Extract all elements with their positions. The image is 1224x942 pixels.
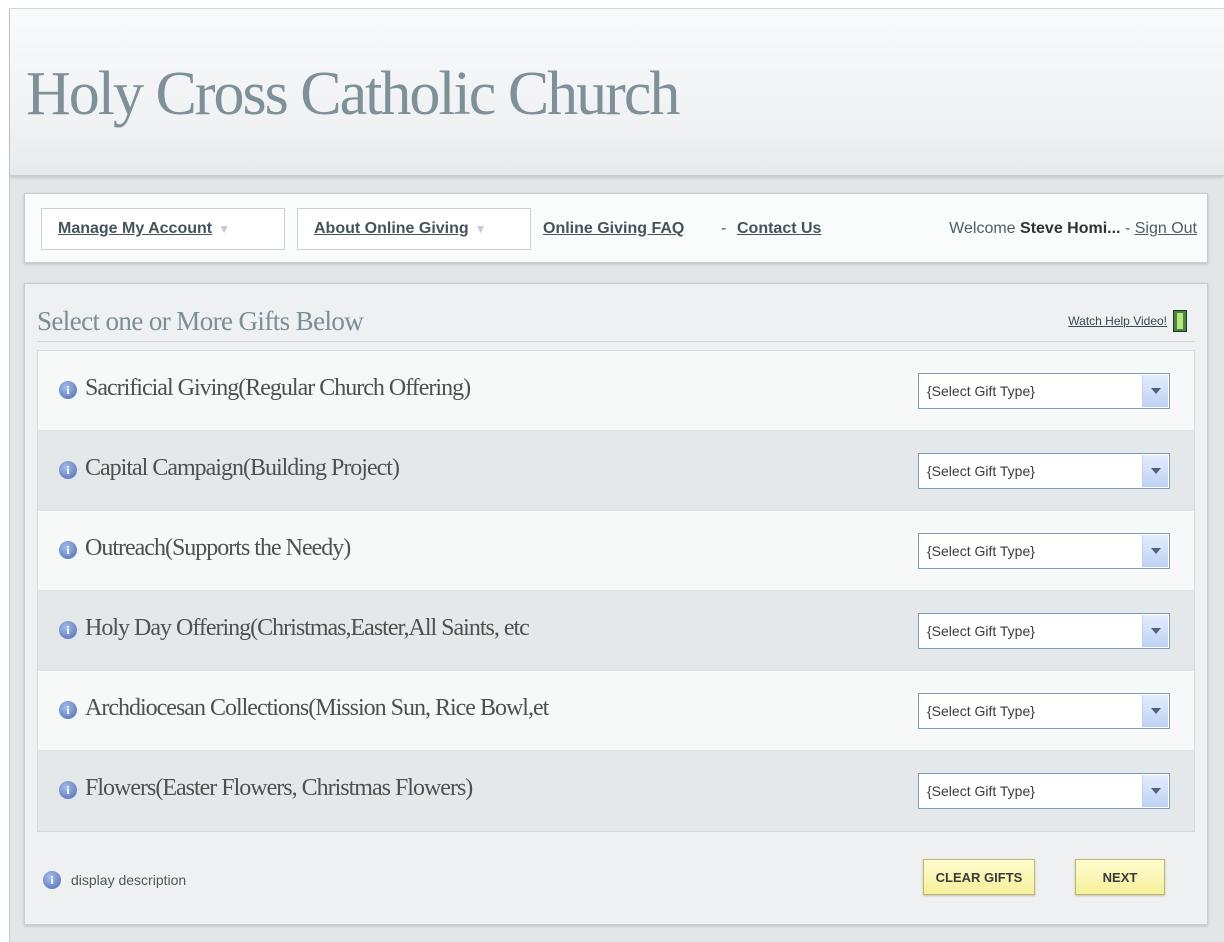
gift-type-select[interactable]: {Select Gift Type} bbox=[918, 533, 1170, 569]
user-name: Steve Homi... bbox=[1020, 220, 1121, 237]
gift-row: i Outreach(Supports the Needy) {Select G… bbox=[38, 511, 1194, 591]
select-value: {Select Gift Type} bbox=[927, 463, 1035, 479]
about-giving-label: About Online Giving bbox=[314, 220, 469, 237]
info-icon[interactable]: i bbox=[59, 781, 77, 799]
info-icon[interactable]: i bbox=[59, 381, 77, 399]
info-icon[interactable]: i bbox=[59, 621, 77, 639]
gift-label: Archdiocesan Collections(Mission Sun, Ri… bbox=[85, 695, 549, 721]
chevron-down-icon[interactable] bbox=[1142, 535, 1168, 567]
site-title: Holy Cross Catholic Church bbox=[26, 60, 680, 128]
gift-label: Capital Campaign(Building Project) bbox=[85, 455, 400, 481]
chevron-down-icon[interactable] bbox=[1142, 375, 1168, 407]
select-value: {Select Gift Type} bbox=[927, 383, 1035, 399]
gift-row: i Archdiocesan Collections(Mission Sun, … bbox=[38, 671, 1194, 751]
page-frame: Holy Cross Catholic Church Manage My Acc… bbox=[9, 8, 1224, 942]
gift-type-select[interactable]: {Select Gift Type} bbox=[918, 613, 1170, 649]
gift-label: Flowers(Easter Flowers, Christmas Flower… bbox=[85, 775, 473, 801]
welcome-text: Welcome bbox=[949, 220, 1016, 237]
divider bbox=[37, 341, 1195, 342]
gift-row: i Holy Day Offering(Christmas,Easter,All… bbox=[38, 591, 1194, 671]
gift-type-select[interactable]: {Select Gift Type} bbox=[918, 773, 1170, 809]
chevron-down-icon[interactable] bbox=[1142, 455, 1168, 487]
faq-link[interactable]: Online Giving FAQ bbox=[543, 220, 684, 238]
panel-title: Select one or More Gifts Below bbox=[37, 306, 364, 336]
triangle-down-icon: ▼ bbox=[218, 222, 230, 236]
gift-label: Holy Day Offering(Christmas,Easter,All S… bbox=[85, 615, 530, 641]
gifts-panel: Select one or More Gifts Below Watch Hel… bbox=[24, 283, 1208, 925]
info-icon[interactable]: i bbox=[59, 701, 77, 719]
clear-gifts-button[interactable]: CLEAR GIFTS bbox=[923, 859, 1035, 895]
gift-row: i Capital Campaign(Building Project) {Se… bbox=[38, 431, 1194, 511]
manage-account-label: Manage My Account bbox=[58, 220, 213, 237]
gift-type-select[interactable]: {Select Gift Type} bbox=[918, 693, 1170, 729]
select-value: {Select Gift Type} bbox=[927, 543, 1035, 559]
contact-link[interactable]: Contact Us bbox=[737, 220, 821, 238]
gift-label: Sacrificial Giving(Regular Church Offeri… bbox=[85, 375, 471, 401]
film-icon bbox=[1173, 310, 1187, 332]
info-icon: i bbox=[43, 871, 61, 889]
signout-separator: - bbox=[1124, 220, 1131, 237]
gift-row: i Flowers(Easter Flowers, Christmas Flow… bbox=[38, 751, 1194, 831]
welcome-area: Welcome Steve Homi... - Sign Out bbox=[949, 220, 1197, 238]
select-value: {Select Gift Type} bbox=[927, 623, 1035, 639]
help-video-label: Watch Help Video! bbox=[1068, 314, 1167, 328]
chevron-down-icon[interactable] bbox=[1142, 775, 1168, 807]
triangle-down-icon: ▼ bbox=[474, 222, 487, 236]
select-value: {Select Gift Type} bbox=[927, 783, 1035, 799]
info-icon[interactable]: i bbox=[59, 541, 77, 559]
gift-type-select[interactable]: {Select Gift Type} bbox=[918, 453, 1170, 489]
info-icon[interactable]: i bbox=[59, 461, 77, 479]
legend: i display description bbox=[43, 871, 186, 889]
gift-type-select[interactable]: {Select Gift Type} bbox=[918, 373, 1170, 409]
next-button[interactable]: NEXT bbox=[1075, 859, 1165, 895]
select-value: {Select Gift Type} bbox=[927, 703, 1035, 719]
sign-out-link[interactable]: Sign Out bbox=[1135, 220, 1197, 237]
manage-account-dropdown[interactable]: Manage My Account ▼ bbox=[41, 208, 285, 250]
gift-row: i Sacrificial Giving(Regular Church Offe… bbox=[38, 351, 1194, 431]
chevron-down-icon[interactable] bbox=[1142, 695, 1168, 727]
site-header: Holy Cross Catholic Church bbox=[10, 9, 1224, 176]
top-nav: Manage My Account ▼ About Online Giving … bbox=[24, 193, 1208, 263]
nav-separator: - bbox=[721, 220, 727, 237]
about-giving-dropdown[interactable]: About Online Giving ▼ bbox=[297, 208, 531, 250]
gift-label: Outreach(Supports the Needy) bbox=[85, 535, 351, 561]
gift-list: i Sacrificial Giving(Regular Church Offe… bbox=[37, 350, 1195, 832]
legend-text: display description bbox=[71, 872, 187, 888]
chevron-down-icon[interactable] bbox=[1142, 615, 1168, 647]
help-video-link[interactable]: Watch Help Video! bbox=[1068, 310, 1187, 332]
